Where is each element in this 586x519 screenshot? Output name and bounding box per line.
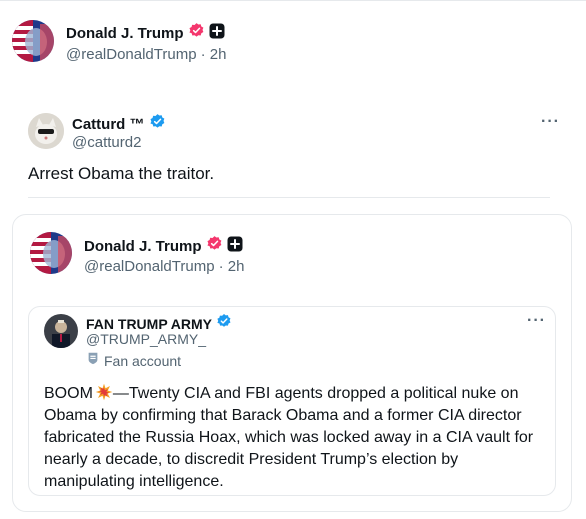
catturd-name-row: Catturd ™: [72, 113, 166, 135]
avatar-fan-trump-army[interactable]: [44, 314, 78, 348]
top-border: [0, 0, 586, 1]
affiliation-plus-icon[interactable]: [227, 236, 243, 257]
nested-author-handle[interactable]: @realDonaldTrump: [84, 258, 215, 275]
boom-emoji-icon: [95, 383, 113, 401]
boom-word: BOOM: [44, 385, 93, 402]
fan-account-icon: [86, 351, 100, 370]
nested-name-row: Donald J. Trump: [84, 235, 243, 257]
avatar-catturd[interactable]: [28, 113, 64, 149]
avatar-trump-main[interactable]: [12, 20, 54, 62]
verified-badge-icon: [216, 313, 232, 334]
affiliation-plus-icon[interactable]: [209, 23, 225, 44]
inner-author-name[interactable]: FAN TRUMP ARMY: [86, 316, 212, 332]
catturd-handle-row: @catturd2: [72, 134, 141, 151]
post-time[interactable]: · 2h: [201, 46, 227, 63]
nested-author-name[interactable]: Donald J. Trump: [84, 238, 202, 255]
fan-account-label-row: Fan account: [86, 351, 181, 370]
inner-tweet-body: —Twenty CIA and FBI agents dropped a pol…: [44, 385, 534, 490]
inner-handle-row: @TRUMP_ARMY_: [86, 331, 206, 347]
author-name[interactable]: Donald J. Trump: [66, 25, 184, 42]
inner-tweet-text: BOOM —Twenty CIA and FBI agents dropped …: [44, 383, 548, 493]
inner-author-handle[interactable]: @TRUMP_ARMY_: [86, 331, 206, 347]
catturd-author-name[interactable]: Catturd ™: [72, 116, 145, 133]
main-post-name-row: Donald J. Trump: [66, 22, 225, 44]
main-post-handle-row: @realDonaldTrump · 2h: [66, 46, 226, 63]
more-icon[interactable]: ···: [527, 312, 546, 330]
avatar-trump-nested[interactable]: [30, 232, 72, 274]
more-icon[interactable]: ···: [541, 113, 560, 131]
pink-verified-icon: [188, 22, 205, 44]
verified-badge-icon: [149, 113, 166, 135]
author-handle[interactable]: @realDonaldTrump: [66, 46, 197, 63]
pink-verified-icon: [206, 235, 223, 257]
catturd-tweet-text: Arrest Obama the traitor.: [28, 164, 215, 183]
nested-handle-row: @realDonaldTrump · 2h: [84, 258, 244, 275]
fan-account-label: Fan account: [104, 352, 182, 369]
nested-post-time[interactable]: · 2h: [219, 258, 245, 275]
quote-divider: [28, 197, 550, 198]
catturd-handle[interactable]: @catturd2: [72, 134, 141, 151]
